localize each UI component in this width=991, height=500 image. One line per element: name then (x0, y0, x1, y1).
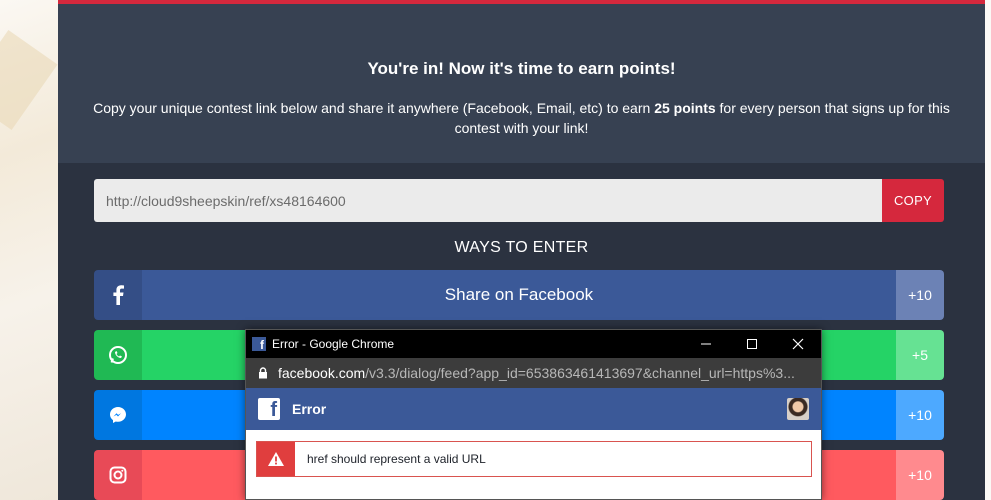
hero-desc-text: Copy your unique contest link below and … (93, 100, 655, 116)
maximize-button[interactable] (729, 330, 775, 358)
hero-description: Copy your unique contest link below and … (72, 98, 972, 138)
page-background-left (0, 0, 58, 500)
minimize-button[interactable] (683, 330, 729, 358)
messenger-icon (94, 390, 142, 440)
lock-icon (258, 367, 268, 379)
entry-points: +10 (896, 450, 944, 500)
minimize-icon (701, 343, 711, 345)
facebook-logo-icon: f (258, 398, 280, 420)
referral-link-row: http://cloud9sheepskin/ref/xs48164600 CO… (94, 179, 944, 222)
facebook-favicon-icon: f (252, 337, 266, 351)
maximize-icon (747, 339, 757, 349)
window-title: Error - Google Chrome (272, 337, 395, 351)
avatar[interactable] (787, 398, 809, 420)
url-domain: facebook.com (278, 365, 366, 381)
warning-icon (257, 442, 295, 476)
hero-points-highlight: 25 points (654, 100, 716, 116)
address-bar[interactable]: facebook.com/v3.3/dialog/feed?app_id=653… (246, 358, 821, 388)
chrome-popup-window: f Error - Google Chrome facebook.com/v3.… (245, 329, 822, 500)
window-titlebar: f Error - Google Chrome (246, 330, 821, 358)
url-path: /v3.3/dialog/feed?app_id=653863461413697… (365, 365, 795, 381)
hero-title: You're in! Now it's time to earn points! (367, 59, 676, 78)
facebook-dialog-header: f Error (246, 388, 821, 430)
entry-label: Share on Facebook (142, 270, 896, 320)
error-text: href should represent a valid URL (307, 452, 486, 466)
whatsapp-icon (94, 330, 142, 380)
copy-button[interactable]: COPY (882, 179, 944, 222)
entry-facebook[interactable]: Share on Facebook +10 (94, 270, 944, 320)
instagram-icon (94, 450, 142, 500)
entry-points: +10 (896, 270, 944, 320)
facebook-icon (94, 270, 142, 320)
referral-link-field[interactable]: http://cloud9sheepskin/ref/xs48164600 (94, 179, 882, 222)
decorative-shape (0, 30, 58, 130)
entry-points: +5 (896, 330, 944, 380)
hero-section: You're in! Now it's time to earn points!… (58, 4, 985, 163)
entry-points: +10 (896, 390, 944, 440)
error-message-box: href should represent a valid URL (256, 441, 812, 477)
close-icon (792, 338, 804, 350)
ways-to-enter-heading: WAYS TO ENTER (454, 239, 589, 256)
dialog-title: Error (292, 401, 327, 417)
close-button[interactable] (775, 330, 821, 358)
